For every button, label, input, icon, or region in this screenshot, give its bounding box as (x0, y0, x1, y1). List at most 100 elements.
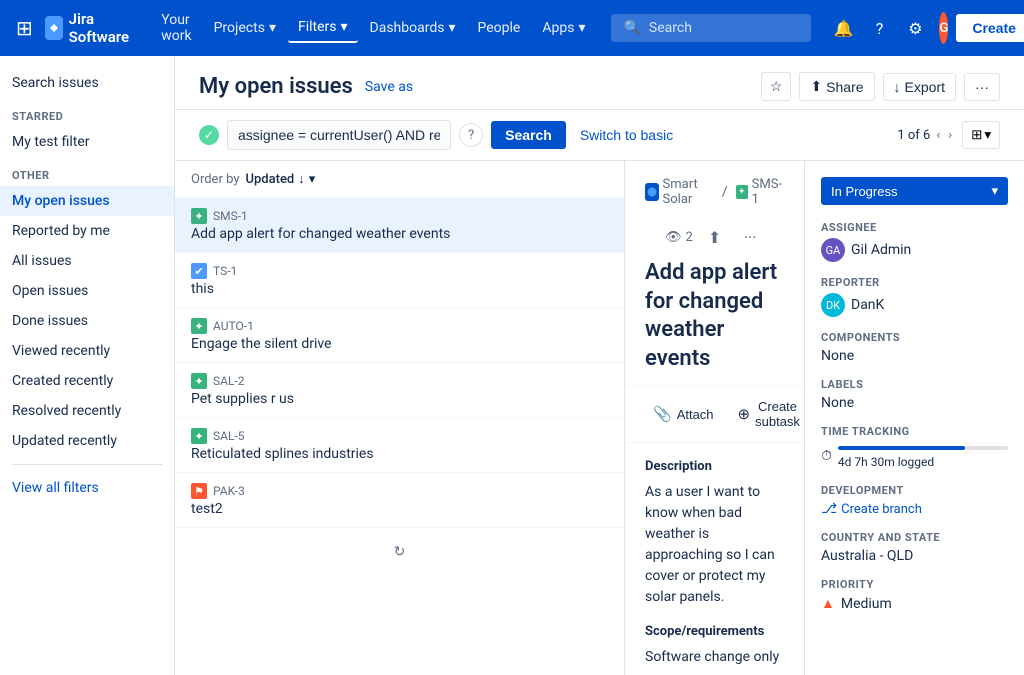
status-button[interactable]: In Progress ▾ (821, 177, 1008, 205)
more-options-button[interactable]: ··· (964, 73, 1000, 101)
attach-button[interactable]: 📎 Attach (645, 400, 722, 428)
sidebar-item-open-issues[interactable]: Open issues (0, 276, 174, 306)
jira-logo[interactable]: Jira Software (45, 10, 135, 46)
issue-detail-panel: Smart Solar / ✦ SMS-1 👁 2 ⬆ (625, 161, 804, 675)
share-button[interactable]: ⬆ Share (799, 72, 874, 101)
sidebar-item-viewed-recently[interactable]: Viewed recently (0, 336, 174, 366)
issue-item-sms-1[interactable]: ✦ SMS-1 Add app alert for changed weathe… (175, 198, 624, 253)
scope-title: Scope/requirements (645, 624, 784, 639)
issue-detail-actions: 👁 2 ⬆ ··· (645, 219, 784, 259)
status-dropdown-icon: ▾ (991, 183, 998, 199)
issue-summary-auto-1: Engage the silent drive (191, 336, 608, 352)
switch-to-basic-button[interactable]: Switch to basic (574, 121, 679, 149)
search-text: Search (649, 20, 692, 36)
nav-apps[interactable]: Apps ▾ (532, 14, 595, 42)
development-field: Development ⎇ Create branch (821, 484, 1008, 517)
nav-dashboards[interactable]: Dashboards ▾ (360, 14, 466, 42)
settings-icon[interactable]: ⚙ (899, 12, 931, 44)
starred-section-title: STARRED (0, 98, 174, 127)
time-tracking-field: Time tracking ⏱ 4d 7h 30m logged (821, 425, 1008, 470)
time-tracking-bar (838, 446, 1008, 450)
issue-list-header: Order by Updated ↓ ▾ (175, 161, 624, 198)
labels-value: None (821, 395, 1008, 411)
issue-key-sms-1: SMS-1 (213, 209, 248, 223)
search-button[interactable]: Search (491, 121, 566, 149)
help-icon[interactable]: ? (863, 12, 895, 44)
nav-projects[interactable]: Projects ▾ (204, 14, 286, 42)
breadcrumb-project[interactable]: Smart Solar (663, 177, 714, 207)
components-value: None (821, 348, 1008, 364)
jql-help-icon[interactable]: ? (459, 123, 483, 147)
star-button[interactable]: ☆ (761, 72, 792, 101)
scope-item-1: Software change only (645, 647, 784, 668)
issue-type-story-icon-3: ✦ (191, 373, 207, 389)
right-sidebar: In Progress ▾ Assignee GA Gil Admin Repo… (804, 161, 1024, 675)
issue-type-story-icon-2: ✦ (191, 318, 207, 334)
nav-people[interactable]: People (468, 14, 531, 42)
issue-item-sal-5[interactable]: ✦ SAL-5 Reticulated splines industries (175, 418, 624, 473)
more-issue-options-icon[interactable]: ··· (736, 223, 764, 251)
jira-logo-icon (45, 16, 63, 40)
assignee-label: Assignee (821, 221, 1008, 234)
jql-bar: ✓ ? Search Switch to basic 1 of 6 ‹ › ⊞ … (175, 110, 1024, 161)
sidebar-item-my-open-issues[interactable]: My open issues (0, 186, 174, 216)
issue-item-ts-1[interactable]: ✔ TS-1 this (175, 253, 624, 308)
export-button[interactable]: ↓ Export (883, 73, 956, 101)
assignee-field: Assignee GA Gil Admin (821, 221, 1008, 262)
sidebar-item-my-test-filter[interactable]: My test filter (0, 127, 174, 157)
issue-summary-sal-2: Pet supplies r us (191, 391, 608, 407)
nav-your-work[interactable]: Your work (151, 6, 201, 50)
split-panel: Order by Updated ↓ ▾ ✦ SMS-1 Add app ale… (175, 161, 1024, 675)
top-navigation: ⊞ Jira Software Your work Projects ▾ Fil… (0, 0, 1024, 56)
pagination-text: 1 of 6 (897, 128, 930, 143)
grid-icon[interactable]: ⊞ (12, 12, 37, 44)
sidebar-item-reported-by-me[interactable]: Reported by me (0, 216, 174, 246)
priority-icon: ▲ (821, 595, 835, 612)
save-as-link[interactable]: Save as (365, 79, 413, 95)
jql-valid-icon: ✓ (199, 125, 219, 145)
share-issue-icon[interactable]: ⬆ (701, 223, 729, 251)
create-button[interactable]: Create (956, 14, 1024, 42)
order-value[interactable]: Updated ↓ ▾ (245, 171, 315, 187)
sort-dropdown-icon: ▾ (309, 172, 316, 187)
priority-label: Priority (821, 578, 1008, 591)
scope-list: Software change only Third party weather… (645, 647, 784, 675)
breadcrumb: Smart Solar / ✦ SMS-1 (645, 177, 784, 207)
time-tracking-label: Time tracking (821, 425, 1008, 438)
breadcrumb-issue-key[interactable]: ✦ SMS-1 (736, 177, 784, 207)
notifications-icon[interactable]: 🔔 (827, 12, 859, 44)
sidebar-item-resolved-recently[interactable]: Resolved recently (0, 396, 174, 426)
sidebar-item-done-issues[interactable]: Done issues (0, 306, 174, 336)
components-field: Components None (821, 331, 1008, 364)
issue-detail-header: Smart Solar / ✦ SMS-1 👁 2 ⬆ (625, 161, 804, 259)
view-all-filters-link[interactable]: View all filters (0, 473, 174, 503)
issue-list-panel: Order by Updated ↓ ▾ ✦ SMS-1 Add app ale… (175, 161, 625, 675)
view-toggle-button[interactable]: ⊞ ▾ (962, 121, 1000, 149)
export-icon: ↓ (894, 79, 901, 95)
issue-item-sal-2[interactable]: ✦ SAL-2 Pet supplies r us (175, 363, 624, 418)
create-subtask-button[interactable]: ⊕ Create subtask (730, 394, 804, 434)
sidebar-item-created-recently[interactable]: Created recently (0, 366, 174, 396)
share-icon: ⬆ (810, 78, 822, 95)
sidebar-item-all-issues[interactable]: All issues (0, 246, 174, 276)
components-label: Components (821, 331, 1008, 344)
sidebar-item-search-issues[interactable]: Search issues (0, 68, 174, 98)
pagination-next[interactable]: › (946, 126, 954, 145)
sidebar-item-updated-recently[interactable]: Updated recently (0, 426, 174, 456)
main-content: My open issues Save as ☆ ⬆ Share ↓ Expor… (175, 56, 1024, 675)
time-tracking-icon: ⏱ (821, 448, 832, 464)
user-avatar[interactable]: G (939, 12, 948, 44)
pagination-prev[interactable]: ‹ (934, 126, 942, 145)
watchers-count: 👁 2 (665, 230, 693, 245)
pagination: 1 of 6 ‹ › (897, 126, 954, 145)
issue-item-auto-1[interactable]: ✦ AUTO-1 Engage the silent drive (175, 308, 624, 363)
reporter-value: DK DanK (821, 293, 1008, 317)
issue-type-story-icon-4: ✦ (191, 428, 207, 444)
jql-input[interactable] (227, 120, 451, 150)
global-search[interactable]: 🔍 Search (611, 14, 811, 42)
create-branch-link[interactable]: ⎇ Create branch (821, 501, 1008, 517)
issue-key-ts-1: TS-1 (213, 264, 237, 278)
issue-item-pak-3[interactable]: ⚑ PAK-3 test2 (175, 473, 624, 528)
nav-filters[interactable]: Filters ▾ (288, 13, 358, 43)
other-section-title: OTHER (0, 157, 174, 186)
